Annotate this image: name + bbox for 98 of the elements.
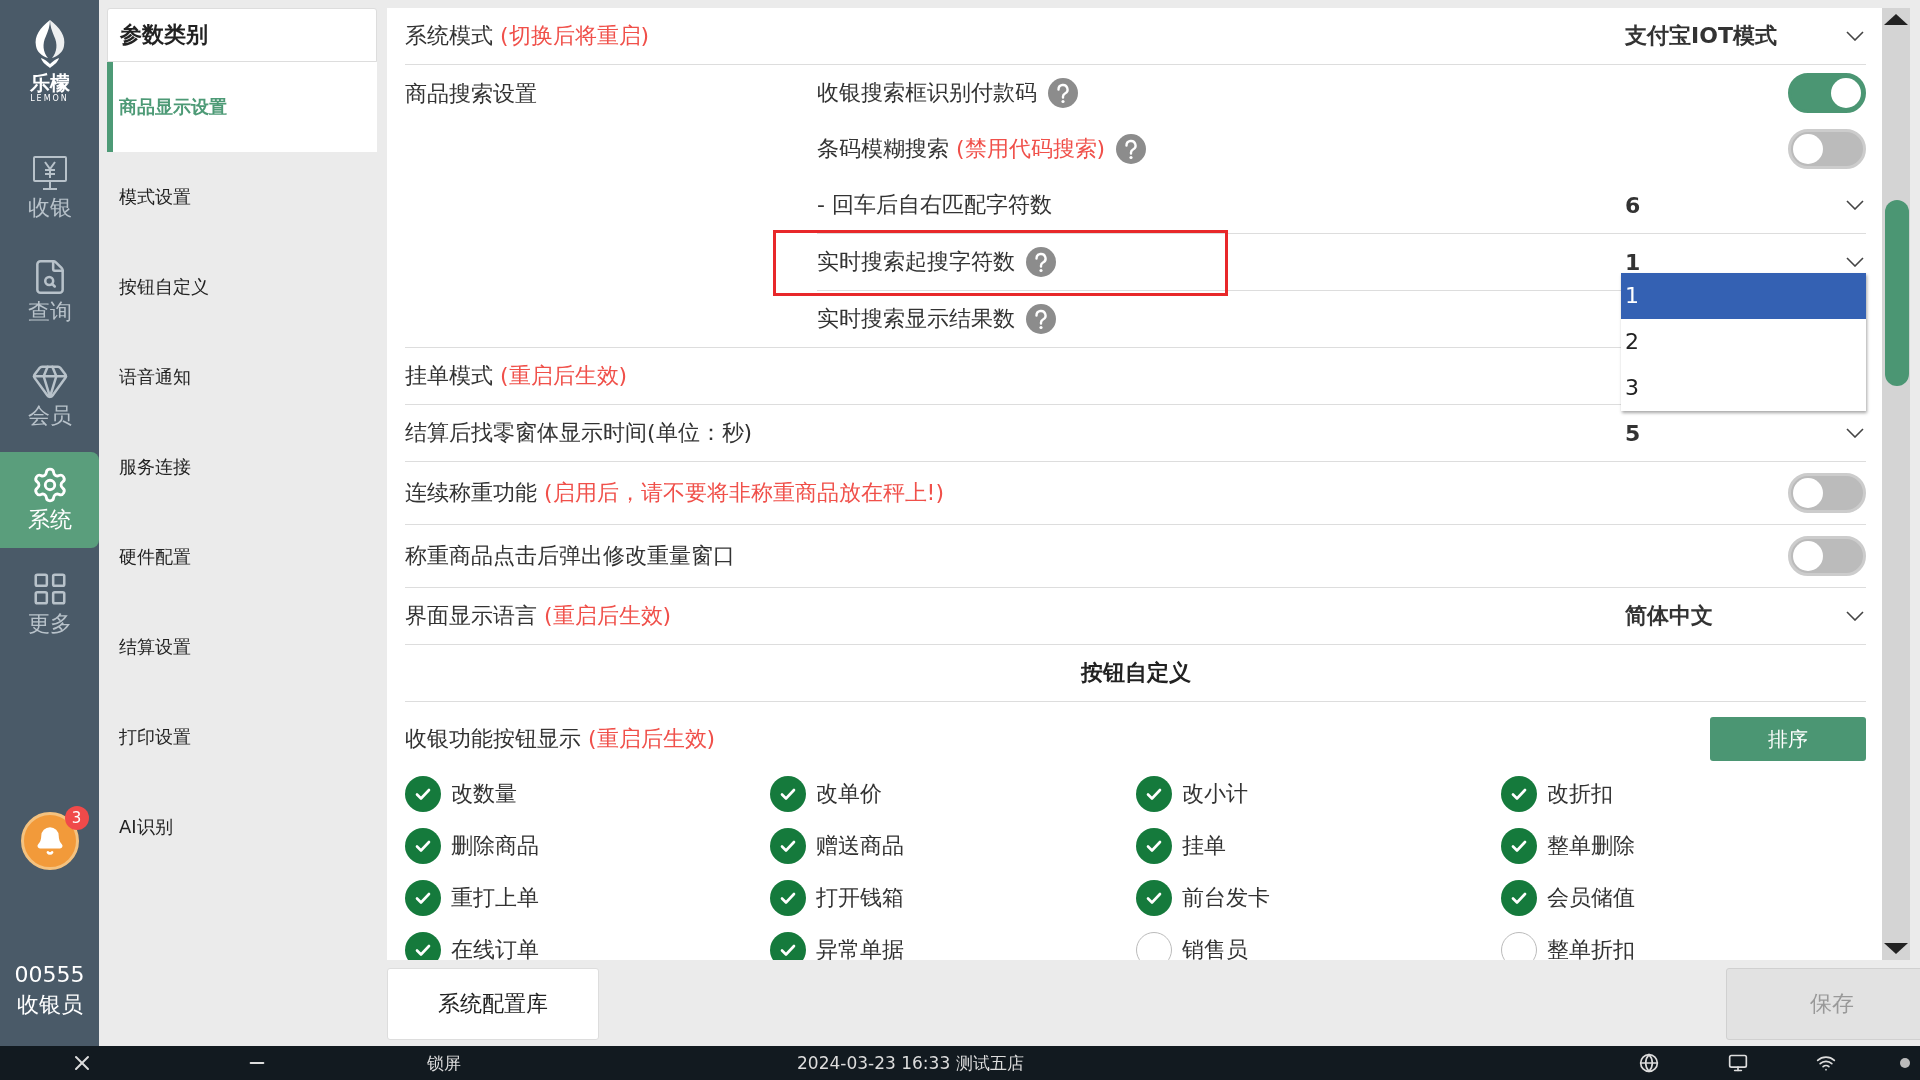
- user-role: 收银员: [16, 991, 83, 1019]
- checkbox-label: 异常单据: [816, 936, 905, 960]
- category-item[interactable]: 模式设置: [107, 152, 377, 242]
- help-icon[interactable]: [1115, 133, 1148, 165]
- setting-label: 系统模式 (切换后将重启): [405, 22, 650, 50]
- nav-item[interactable]: 收银: [0, 140, 99, 236]
- checkbox-label: 前台发卡: [1181, 884, 1270, 912]
- category-item[interactable]: 打印设置: [107, 692, 377, 782]
- checkbox[interactable]: [1135, 880, 1172, 916]
- checkbox[interactable]: [405, 828, 441, 864]
- checkbox-label: 挂单: [1181, 832, 1226, 860]
- sort-button[interactable]: 排序: [1710, 717, 1866, 761]
- checkbox-label: 改小计: [1181, 780, 1248, 808]
- setting-label: 称重商品点击后弹出修改重量窗口: [405, 542, 735, 570]
- setting-label: 实时搜索显示结果数: [817, 305, 1015, 333]
- checkbox-label: 打开钱箱: [816, 884, 905, 912]
- setting-label: 收银功能按钮显示 (重启后生效): [405, 725, 716, 753]
- nav-item[interactable]: 更多: [0, 556, 99, 652]
- section-title: 按钮自定义: [405, 645, 1866, 702]
- setting-label: 界面显示语言 (重启后生效): [405, 602, 672, 630]
- checkbox-label: 整单删除: [1546, 832, 1635, 860]
- help-icon[interactable]: [1025, 246, 1057, 278]
- dropdown-select[interactable]: 5: [1621, 420, 1866, 446]
- help-icon[interactable]: [1025, 303, 1057, 335]
- toggle-switch[interactable]: [1788, 536, 1866, 576]
- category-item[interactable]: 结算设置: [107, 602, 377, 692]
- checkbox[interactable]: [1135, 828, 1172, 864]
- scroll-down-icon[interactable]: [1883, 942, 1909, 956]
- checkbox[interactable]: [405, 776, 441, 812]
- chevron-down-icon: [1846, 31, 1864, 41]
- logo-subtitle: LEMON: [30, 94, 69, 103]
- category-item[interactable]: 硬件配置: [107, 512, 377, 602]
- checkbox[interactable]: [770, 776, 807, 812]
- dropdown-select[interactable]: 1: [1621, 249, 1866, 275]
- setting-label: 结算后找零窗体显示时间(单位：秒): [405, 419, 753, 447]
- scroll-up-icon[interactable]: [1883, 12, 1909, 26]
- monitor-icon[interactable]: [1728, 1053, 1748, 1073]
- scrollbar-thumb[interactable]: [1885, 200, 1909, 386]
- checkbox-label: 整单折扣: [1546, 936, 1635, 960]
- diamond-icon: [30, 362, 69, 400]
- globe-icon[interactable]: [1639, 1053, 1659, 1073]
- checkbox[interactable]: [770, 932, 807, 960]
- checkbox[interactable]: [1500, 776, 1537, 812]
- setting-label: 实时搜索起搜字符数: [817, 248, 1015, 276]
- wifi-icon[interactable]: [1816, 1053, 1836, 1073]
- checkbox-label: 销售员: [1181, 936, 1248, 960]
- setting-label: 收银搜索框识别付款码: [817, 79, 1037, 107]
- checkbox-label: 在线订单: [451, 936, 539, 960]
- checkbox-label: 重打上单: [451, 884, 539, 912]
- dropdown-select[interactable]: 简体中文: [1621, 601, 1866, 631]
- category-item[interactable]: 服务连接: [107, 422, 377, 512]
- toggle-switch[interactable]: [1788, 473, 1866, 513]
- toggle-switch[interactable]: [1788, 73, 1866, 113]
- help-icon[interactable]: [1047, 77, 1079, 109]
- notification-count: 3: [64, 806, 89, 830]
- setting-label: 挂单模式 (重启后生效): [405, 362, 628, 390]
- checkbox[interactable]: [1500, 828, 1537, 864]
- dropdown-select[interactable]: 支付宝IOT模式: [1621, 21, 1866, 51]
- checkbox-label: 改折扣: [1546, 780, 1613, 808]
- scrollbar[interactable]: [1882, 8, 1910, 960]
- logo-name: 乐檬: [29, 72, 70, 94]
- checkbox-label: 赠送商品: [816, 832, 905, 860]
- chevron-down-icon: [1846, 257, 1864, 267]
- status-dot-icon: [1900, 1058, 1910, 1068]
- chevron-down-icon: [1846, 200, 1864, 210]
- checkbox[interactable]: [770, 828, 807, 864]
- config-library-button[interactable]: 系统配置库: [387, 968, 599, 1040]
- checkbox[interactable]: [1500, 932, 1537, 960]
- checkbox[interactable]: [1135, 932, 1172, 960]
- user-id: 00555: [14, 961, 85, 989]
- category-item[interactable]: 语音通知: [107, 332, 377, 422]
- chevron-down-icon: [1846, 428, 1864, 438]
- dropdown-option[interactable]: 2: [1621, 318, 1866, 365]
- checkbox[interactable]: [1500, 880, 1537, 916]
- nav-item[interactable]: 查询: [0, 244, 99, 340]
- setting-label: 连续称重功能 (启用后，请不要将非称重商品放在秤上!): [405, 479, 944, 507]
- group-label: 商品搜索设置: [405, 80, 538, 108]
- nav-item[interactable]: 会员: [0, 348, 99, 444]
- checkbox-label: 会员储值: [1546, 884, 1635, 912]
- lock-screen-link[interactable]: 锁屏: [427, 1051, 461, 1075]
- dropdown-option[interactable]: 3: [1621, 364, 1866, 411]
- dropdown-option[interactable]: 1: [1621, 272, 1866, 319]
- category-item[interactable]: AI识别: [107, 782, 377, 872]
- toggle-switch[interactable]: [1788, 129, 1866, 169]
- status-text: 2024-03-23 16:33 测试五店: [797, 1051, 1024, 1075]
- checkbox[interactable]: [405, 880, 441, 916]
- dropdown-select[interactable]: 6: [1621, 192, 1866, 218]
- checkbox-label: 删除商品: [451, 832, 539, 860]
- category-header: 参数类别: [107, 8, 377, 62]
- checkbox-label: 改单价: [816, 780, 883, 808]
- category-item[interactable]: 按钮自定义: [107, 242, 377, 332]
- chevron-down-icon: [1846, 611, 1864, 621]
- checkbox[interactable]: [405, 932, 441, 960]
- setting-label: - 回车后自右匹配字符数: [817, 191, 1052, 219]
- checkbox-label: 改数量: [451, 780, 517, 808]
- setting-label: 条码模糊搜索 (禁用代码搜索): [817, 135, 1106, 163]
- checkbox[interactable]: [770, 880, 807, 916]
- checkbox[interactable]: [1135, 776, 1172, 812]
